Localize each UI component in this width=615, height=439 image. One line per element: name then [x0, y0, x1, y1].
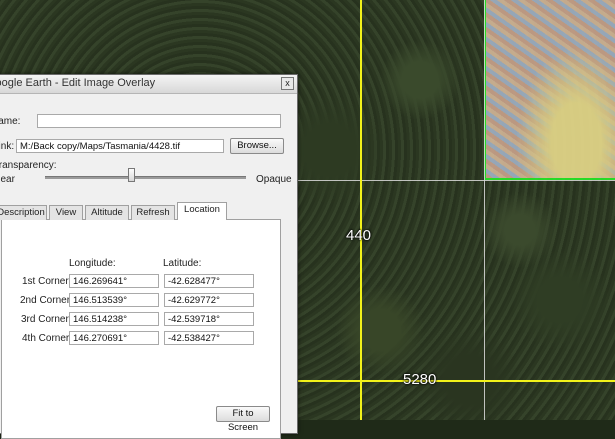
- gridline-vertical: [484, 0, 485, 420]
- corner-1-label: 1st Corner:: [22, 276, 72, 287]
- link-input[interactable]: M:/Back copy/Maps/Tasmania/4428.tif: [16, 139, 224, 153]
- longitude-header: Longitude:: [69, 258, 116, 269]
- link-label: Link:: [0, 141, 15, 152]
- tab-refresh[interactable]: Refresh: [131, 205, 175, 220]
- location-tab-panel: Longitude: Latitude: 1st Corner: 146.269…: [1, 219, 281, 439]
- corner-2-label: 2nd Corner:: [20, 295, 73, 306]
- utm-line-horizontal: [298, 380, 615, 382]
- tab-altitude[interactable]: Altitude: [85, 205, 129, 220]
- tab-description[interactable]: Description: [0, 205, 47, 220]
- browse-button[interactable]: Browse...: [230, 138, 284, 154]
- tab-view[interactable]: View: [49, 205, 83, 220]
- slider-min-label: Clear: [0, 174, 15, 185]
- dialog-titlebar[interactable]: Google Earth - Edit Image Overlay x: [0, 75, 297, 94]
- corner-2-longitude-input[interactable]: 146.513539°: [69, 293, 159, 307]
- image-overlay[interactable]: [484, 0, 615, 180]
- map-label-440: 440: [346, 227, 372, 244]
- close-icon[interactable]: x: [281, 77, 294, 90]
- name-input[interactable]: [37, 114, 281, 128]
- dialog-title: Google Earth - Edit Image Overlay: [0, 77, 156, 89]
- corner-4-longitude-input[interactable]: 146.270691°: [69, 331, 159, 345]
- transparency-label: Transparency:: [0, 160, 57, 171]
- corner-4-latitude-input[interactable]: -42.538427°: [164, 331, 254, 345]
- corner-3-longitude-input[interactable]: 146.514238°: [69, 312, 159, 326]
- utm-line-vertical: [360, 0, 362, 420]
- map-label-5280: 5280: [403, 371, 437, 388]
- corner-1-longitude-input[interactable]: 146.269641°: [69, 274, 159, 288]
- corner-3-label: 3rd Corner:: [21, 314, 72, 325]
- corner-2-latitude-input[interactable]: -42.629772°: [164, 293, 254, 307]
- corner-1-latitude-input[interactable]: -42.628477°: [164, 274, 254, 288]
- slider-max-label: Opaque: [256, 174, 292, 185]
- name-label: Name:: [0, 116, 21, 127]
- corner-3-latitude-input[interactable]: -42.539718°: [164, 312, 254, 326]
- latitude-header: Latitude:: [163, 258, 202, 269]
- transparency-slider-thumb[interactable]: [127, 168, 135, 182]
- edit-image-overlay-dialog: Google Earth - Edit Image Overlay x Name…: [0, 74, 298, 439]
- corner-4-label: 4th Corner:: [22, 333, 73, 344]
- tab-location[interactable]: Location: [177, 202, 227, 220]
- transparency-slider[interactable]: [45, 176, 246, 179]
